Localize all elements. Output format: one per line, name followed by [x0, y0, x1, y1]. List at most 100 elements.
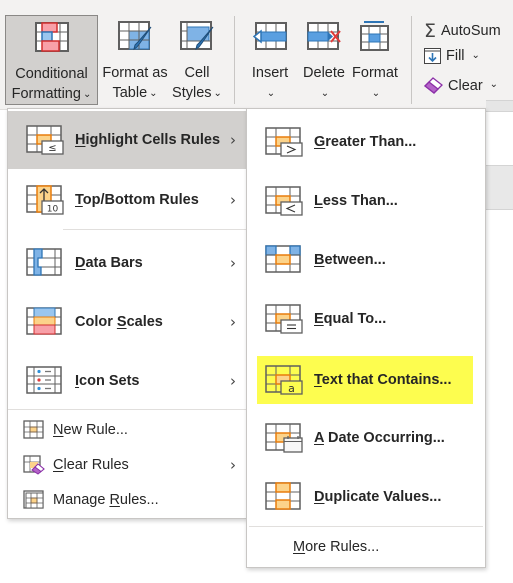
- chevron-down-icon: ⌄: [320, 88, 330, 99]
- menu-item-label: Between...: [314, 252, 386, 268]
- conditional-formatting-label-1: Conditional: [15, 66, 88, 82]
- chevron-down-icon: ⌄: [213, 88, 222, 99]
- menu-item-manage-rules[interactable]: Manage Rules...: [8, 486, 246, 514]
- fill-down-icon: [424, 48, 441, 64]
- chevron-right-icon: ›: [230, 456, 236, 474]
- greater-than-icon: [265, 127, 303, 157]
- top-bottom-icon: 10: [26, 185, 64, 215]
- menu-item-icon-sets[interactable]: Icon Sets ›: [8, 352, 246, 410]
- less-than-icon: [265, 186, 303, 216]
- menu-item-label: Equal To...: [314, 311, 387, 327]
- chevron-down-icon: ⌄: [82, 89, 92, 100]
- chevron-right-icon: ›: [230, 191, 236, 209]
- menu-item-equal-to[interactable]: Equal To...: [247, 290, 485, 348]
- menu-item-highlight-cells-rules[interactable]: ≤ Highlight Cells Rules ›: [8, 111, 246, 169]
- menu-item-more-rules[interactable]: More Rules...: [247, 533, 485, 561]
- delete-button[interactable]: Delete ⌄: [298, 15, 350, 105]
- menu-item-less-than[interactable]: Less Than...: [247, 172, 485, 230]
- menu-item-label: Color Scales: [75, 314, 163, 330]
- format-as-table-icon: [118, 21, 152, 51]
- conditional-formatting-icon: [34, 22, 69, 52]
- menu-item-label: Text that Contains...: [314, 372, 452, 388]
- autosum-button[interactable]: Σ AutoSum: [424, 20, 501, 42]
- menu-separator: [63, 229, 246, 230]
- clear-label: Clear: [448, 77, 483, 94]
- svg-text:≤: ≤: [48, 143, 56, 154]
- ribbon-separator: [411, 16, 412, 104]
- menu-item-duplicate-values[interactable]: Duplicate Values...: [247, 468, 485, 526]
- data-bars-icon: [26, 248, 62, 276]
- chevron-down-icon: ⌄: [266, 88, 276, 99]
- menu-item-label: Top/Bottom Rules: [75, 192, 199, 208]
- menu-item-label: Greater Than...: [314, 134, 417, 150]
- menu-item-label: A Date Occurring...: [314, 430, 445, 446]
- chevron-right-icon: ›: [230, 131, 236, 149]
- format-label: Format: [352, 65, 398, 81]
- menu-item-label: Manage Rules...: [53, 492, 159, 508]
- eraser-icon: [424, 77, 443, 94]
- duplicate-values-icon: [265, 482, 301, 510]
- menu-item-label: Duplicate Values...: [314, 489, 442, 505]
- menu-item-label: Icon Sets: [75, 373, 140, 389]
- clear-rules-icon: [23, 455, 45, 475]
- cell-styles-label-2: Styles: [172, 85, 212, 101]
- menu-item-top-bottom-rules[interactable]: 10 Top/Bottom Rules ›: [8, 171, 246, 229]
- menu-item-a-date-occurring[interactable]: A Date Occurring...: [247, 409, 485, 467]
- fill-label: Fill: [446, 48, 465, 64]
- highlight-cells-rules-submenu: Greater Than... Less Than... Between...: [246, 108, 486, 568]
- menu-separator: [8, 409, 246, 410]
- format-button[interactable]: Format ⌄: [349, 15, 401, 105]
- fill-button[interactable]: Fill ⌄: [424, 48, 480, 64]
- chevron-right-icon: ›: [230, 372, 236, 390]
- menu-item-label: Data Bars: [75, 255, 143, 271]
- menu-item-data-bars[interactable]: Data Bars ›: [8, 234, 246, 292]
- menu-item-label: More Rules...: [293, 539, 380, 555]
- conditional-formatting-menu: ≤ Highlight Cells Rules › 10 Top/Bottom …: [7, 108, 247, 519]
- chevron-down-icon: ⌄: [489, 79, 499, 90]
- delete-cells-icon: [307, 22, 341, 50]
- svg-text:10: 10: [47, 205, 59, 215]
- manage-rules-icon: [23, 490, 44, 509]
- cell-styles-icon: [180, 21, 214, 51]
- svg-text:a: a: [288, 382, 295, 395]
- sigma-icon: Σ: [424, 20, 437, 42]
- row-header-strip: [486, 165, 513, 210]
- menu-item-between[interactable]: Between...: [247, 231, 485, 289]
- chevron-right-icon: ›: [230, 254, 236, 272]
- clear-button[interactable]: Clear ⌄: [424, 77, 498, 94]
- chevron-right-icon: ›: [230, 313, 236, 331]
- conditional-formatting-label-2: Formatting: [11, 86, 81, 102]
- column-header-strip: [486, 100, 513, 112]
- delete-label: Delete: [303, 65, 345, 81]
- text-contains-icon: a: [265, 365, 303, 395]
- conditional-formatting-button[interactable]: Conditional Formatting ⌄: [5, 15, 98, 105]
- menu-item-text-that-contains[interactable]: a Text that Contains...: [257, 356, 473, 404]
- new-rule-icon: [23, 420, 44, 439]
- chevron-down-icon: ⌄: [149, 88, 158, 99]
- menu-item-label: Clear Rules: [53, 457, 129, 473]
- format-cells-icon: [360, 21, 389, 51]
- menu-item-clear-rules[interactable]: Clear Rules ›: [8, 451, 246, 479]
- highlight-cells-icon: ≤: [26, 125, 64, 155]
- autosum-label: AutoSum: [441, 23, 501, 39]
- insert-button[interactable]: Insert ⌄: [245, 15, 295, 105]
- cell-styles-label-1: Cell: [184, 65, 210, 81]
- between-icon: [265, 245, 301, 273]
- icon-sets-icon: [26, 366, 62, 394]
- menu-item-label: Highlight Cells Rules: [75, 132, 221, 148]
- color-scales-icon: [26, 307, 62, 335]
- ribbon-separator: [234, 16, 235, 104]
- insert-cells-icon: [253, 22, 287, 50]
- menu-separator: [249, 526, 483, 527]
- insert-label: Insert: [251, 65, 289, 81]
- menu-item-new-rule[interactable]: New Rule...: [8, 416, 246, 444]
- format-as-table-label-2: Table: [112, 85, 148, 101]
- format-as-table-button[interactable]: Format as Table ⌄: [99, 15, 171, 105]
- menu-item-greater-than[interactable]: Greater Than...: [247, 113, 485, 171]
- chevron-down-icon: ⌄: [471, 49, 480, 61]
- ribbon: Conditional Formatting ⌄ Format as Table ⌄ C…: [0, 0, 513, 110]
- chevron-down-icon: ⌄: [371, 88, 381, 99]
- menu-item-color-scales[interactable]: Color Scales ›: [8, 293, 246, 351]
- menu-item-label: Less Than...: [314, 193, 398, 209]
- cell-styles-button[interactable]: Cell Styles ⌄: [170, 15, 224, 105]
